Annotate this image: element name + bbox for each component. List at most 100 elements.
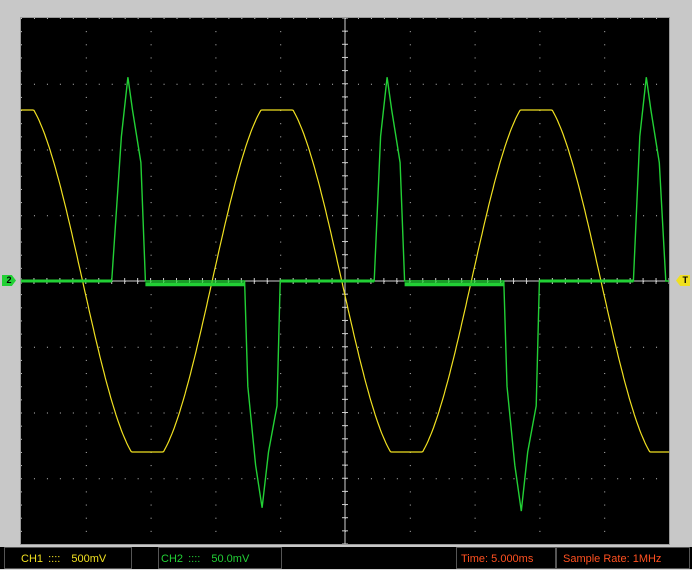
grid-dot [474,136,476,138]
grid-dot [85,504,87,506]
grid-dot [293,149,295,151]
grid-dot [578,346,580,348]
grid-dot [33,215,35,217]
grid-dot [176,478,178,480]
grid-dot [539,517,541,519]
grid-dot [500,83,502,85]
grid-dot [422,149,424,151]
grid-dot [474,18,476,19]
grid-dot [474,386,476,388]
grid-dot [591,412,593,414]
grid-dot [163,83,165,85]
sample-rate-status[interactable]: Sample Rate: 1MHz [556,547,690,569]
waveform-display[interactable] [20,17,670,545]
grid-dot [150,399,152,401]
grid-dot [357,478,359,480]
grid-dot [267,478,269,480]
grid-dot [422,478,424,480]
grid-dot [98,149,100,151]
grid-dot [176,346,178,348]
grid-dot [215,412,217,414]
grid-dot [513,149,515,151]
grid-dot [293,215,295,217]
grid-dot [604,254,606,256]
grid-dot [539,44,541,46]
grid-dot [332,346,334,348]
grid-dot [215,44,217,46]
grid-dot [435,215,437,217]
grid-dot [409,386,411,388]
grid-dot [228,83,230,85]
grid-dot [202,18,204,19]
ch1-status[interactable]: CH1 :::: 500mV [4,547,132,569]
grid-dot [254,412,256,414]
grid-dot [604,438,606,440]
grid-dot [215,175,217,177]
grid-dot [319,215,321,217]
grid-dot [474,215,476,217]
ch1-coupling-icon: :::: [48,553,61,565]
grid-dot [409,530,411,532]
grid-dot [500,412,502,414]
grid-dot [487,478,489,480]
grid-dot [280,412,282,414]
grid-dot [111,346,113,348]
trigger-level-marker[interactable]: T [676,275,690,286]
grid-dot [409,346,411,348]
grid-dot [474,346,476,348]
grid-dot [409,320,411,322]
grid-dot [630,412,632,414]
grid-dot [513,478,515,480]
grid-dot [215,18,217,19]
grid-dot [280,359,282,361]
grid-dot [643,149,645,151]
grid-dot [280,31,282,33]
grid-dot [539,333,541,335]
grid-dot [474,465,476,467]
grid-dot [280,175,282,177]
grid-dot [461,412,463,414]
grid-dot [513,346,515,348]
ch2-label: CH2 [161,553,184,565]
grid-dot [59,478,61,480]
grid-dot [21,478,22,480]
grid-dot [85,31,87,33]
grid-dot [539,399,541,401]
grid-dot [215,425,217,427]
grid-dot [215,254,217,256]
ch2-status[interactable]: CH2 :::: 50.0mV [158,547,282,569]
grid-dot [448,412,450,414]
grid-dot [319,83,321,85]
grid-dot [422,412,424,414]
grid-dot [539,465,541,467]
ch2-ground-marker[interactable]: 2 [2,275,16,286]
grid-dot [474,241,476,243]
grid-dot [604,123,606,125]
grid-dot [21,491,22,493]
grid-dot [280,465,282,467]
grid-dot [85,44,87,46]
grid-dot [111,478,113,480]
status-bar: CH1 :::: 500mV CH2 :::: 50.0mV Time: 5.0… [0,547,692,569]
grid-dot [539,412,541,414]
grid-dot [215,136,217,138]
grid-dot [370,83,372,85]
grid-dot [150,83,152,85]
grid-dot [539,149,541,151]
grid-dot [241,478,243,480]
grid-dot [85,83,87,85]
grid-dot [604,57,606,59]
grid-dot [461,215,463,217]
grid-dot [526,149,528,151]
timebase-status[interactable]: Time: 5.000ms [456,547,556,569]
grid-dot [21,241,22,243]
grid-dot [280,123,282,125]
grid-dot [565,346,567,348]
grid-dot [604,478,606,480]
grid-dot [150,517,152,519]
grid-dot [643,215,645,217]
grid-dot [370,18,372,19]
grid-dot [474,31,476,33]
grid-dot [280,333,282,335]
ch2-coupling-icon: :::: [188,553,201,565]
